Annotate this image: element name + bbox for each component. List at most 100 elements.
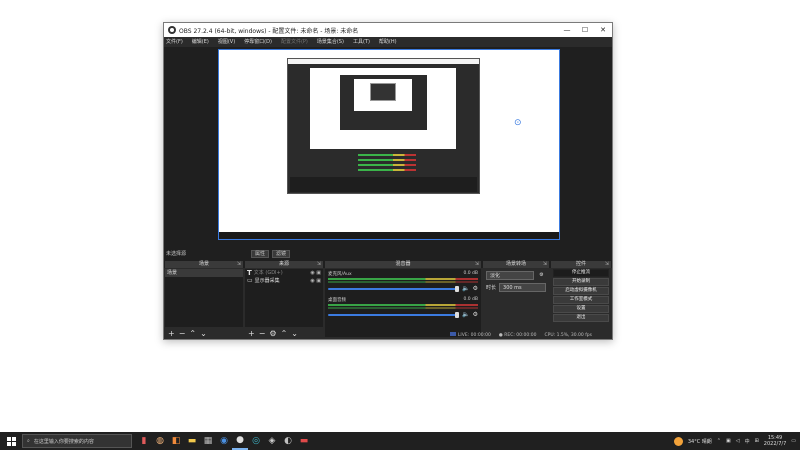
weather-text[interactable]: 34°C 晴朗: [688, 438, 712, 445]
windows-taskbar: ⌕ 在这里输入你要搜索的内容 ▮ ◍ ◧ ▬ ▦ ◉ ● ◎ ◈ ◐ ▬ 34°…: [0, 432, 800, 450]
maximize-button[interactable]: ☐: [576, 23, 594, 37]
live-time: LIVE: 00:00:00: [457, 333, 491, 338]
tray-chevron-icon[interactable]: ⌃: [717, 438, 721, 444]
menu-edit[interactable]: 编辑(E): [192, 38, 209, 45]
status-bar: LIVE: 00:00:00 ● REC: 00:00:00 CPU: 1.5%…: [164, 331, 612, 339]
visibility-icon[interactable]: ◉ ▣: [310, 270, 321, 276]
dock-pin-icon[interactable]: ⇲: [317, 261, 321, 268]
system-tray: 34°C 晴朗 ⌃ ▣ ◁ 中 ⊞ 15:49 2022/7/7 ▭: [673, 435, 800, 447]
app-icon-6[interactable]: ◉: [216, 432, 232, 450]
duration-input[interactable]: 300 ms: [499, 283, 546, 292]
start-virtual-camera-button[interactable]: 启动虚拟摄像机: [553, 287, 609, 295]
obs-taskbar-icon[interactable]: ●: [232, 432, 248, 450]
obs-window: OBS 27.2.4 (64-bit, windows) - 配置文件: 未命名…: [163, 22, 613, 340]
app-icon-3[interactable]: ◧: [168, 432, 184, 450]
volume-slider[interactable]: [328, 311, 460, 318]
ime-indicator[interactable]: 中: [745, 438, 750, 445]
speaker-icon[interactable]: 🔈: [462, 285, 469, 292]
app-icon-5[interactable]: ▦: [200, 432, 216, 450]
taskbar-search[interactable]: ⌕ 在这里输入你要搜索的内容: [22, 434, 132, 448]
app-icon-9[interactable]: ◈: [264, 432, 280, 450]
record-dot-icon: ●: [498, 332, 503, 338]
close-button[interactable]: ✕: [594, 23, 612, 37]
dock-pin-icon[interactable]: ⇲: [237, 261, 241, 268]
menu-docks[interactable]: 停靠窗口(D): [244, 38, 272, 45]
transition-select[interactable]: 淡化: [486, 271, 534, 280]
notification-icon[interactable]: ▭: [791, 438, 796, 444]
visibility-icon[interactable]: ◉ ▣: [310, 278, 321, 284]
menu-profile: 配置文件(P): [280, 39, 308, 45]
network-icon[interactable]: ▣: [726, 438, 731, 444]
app-icon-11[interactable]: ▬: [296, 432, 312, 450]
cursor-icon: ⊙: [514, 118, 522, 128]
weather-sun-icon[interactable]: [673, 436, 683, 446]
gear-icon[interactable]: ⚙: [473, 311, 478, 318]
gear-icon[interactable]: ⚙: [537, 271, 546, 280]
scenes-title: 场景: [198, 261, 209, 267]
title-bar: OBS 27.2.4 (64-bit, windows) - 配置文件: 未命名…: [164, 23, 612, 37]
monitor-icon: ▭: [247, 277, 253, 284]
mixer-channel-desktop: 桌面音频 0.0 dB 🔈 ⚙: [328, 297, 478, 318]
no-source-label: 未选择源: [166, 251, 187, 257]
start-button[interactable]: [0, 432, 22, 450]
menu-bar: 文件(F) 编辑(E) 视图(V) 停靠窗口(D) 配置文件(P) 场景集合(S…: [164, 37, 612, 46]
volume-slider[interactable]: [328, 285, 460, 292]
exit-button[interactable]: 退出: [553, 314, 609, 322]
search-placeholder: 在这里输入你要搜索的内容: [33, 438, 94, 445]
controls-title: 控件: [575, 261, 586, 267]
dock-pin-icon[interactable]: ⇲: [543, 261, 547, 268]
volume-icon[interactable]: ◁: [736, 438, 740, 444]
steam-icon[interactable]: ◐: [280, 432, 296, 450]
docks: 场景 ⇲ 场景 + − ⌃ ⌄ 来源 ⇲ T 文本 (GDI+) ◉ ▣ ▭ 显示器采集 ◉…: [164, 261, 612, 339]
source-item[interactable]: ▭ 显示器采集 ◉ ▣: [245, 277, 323, 285]
properties-button[interactable]: 属性: [251, 250, 270, 258]
preview-area: ⊙: [164, 47, 612, 268]
duration-label: 时长: [486, 285, 497, 291]
transitions-title: 场景转场: [505, 261, 526, 267]
speaker-icon[interactable]: 🔈: [462, 311, 469, 318]
menu-help[interactable]: 帮助(H): [379, 38, 397, 45]
source-item[interactable]: T 文本 (GDI+) ◉ ▣: [245, 269, 323, 277]
dock-pin-icon[interactable]: ⇲: [605, 261, 609, 268]
menu-scene-collection[interactable]: 场景集合(S): [317, 38, 344, 45]
app-icon-2[interactable]: ◍: [152, 432, 168, 450]
stop-streaming-button[interactable]: 停止推流: [553, 269, 609, 277]
rec-time: REC: 00:00:00: [504, 332, 537, 338]
sources-dock: 来源 ⇲ T 文本 (GDI+) ◉ ▣ ▭ 显示器采集 ◉ ▣ + − ⚙ ⌃ ⌄: [245, 261, 323, 339]
filters-button[interactable]: 滤镜: [272, 250, 291, 258]
mixer-dock: 混音器 ⇲ 麦克风/Aux 0.0 dB 🔈 ⚙ 桌面音频 0.0 dB 🔈 ⚙: [325, 261, 481, 339]
app-icon-1[interactable]: ▮: [136, 432, 152, 450]
sources-title: 来源: [278, 261, 289, 267]
scenes-dock: 场景 ⇲ 场景 + − ⌃ ⌄: [165, 261, 243, 339]
gear-icon[interactable]: ⚙: [473, 285, 478, 292]
settings-button[interactable]: 设置: [553, 305, 609, 313]
cpu-status: CPU: 1.5%, 30.00 fps: [544, 332, 593, 338]
clock[interactable]: 15:49 2022/7/7: [764, 435, 786, 447]
menu-file[interactable]: 文件(F): [166, 38, 183, 45]
scene-item[interactable]: 场景: [165, 269, 243, 277]
preview-canvas[interactable]: ⊙: [218, 49, 560, 240]
desktop: OBS 27.2.4 (64-bit, windows) - 配置文件: 未命名…: [0, 0, 800, 432]
menu-view[interactable]: 视图(V): [218, 38, 235, 45]
studio-mode-button[interactable]: 工作室模式: [553, 296, 609, 304]
dock-pin-icon[interactable]: ⇲: [475, 261, 479, 268]
folder-icon[interactable]: ▬: [184, 432, 200, 450]
transitions-dock: 场景转场 ⇲ 淡化 ⚙ 时长 300 ms: [483, 261, 549, 339]
window-title: OBS 27.2.4 (64-bit, windows) - 配置文件: 未命名…: [179, 27, 359, 35]
search-icon: ⌕: [27, 438, 30, 444]
text-icon: T: [247, 269, 252, 277]
controls-dock: 控件 ⇲ 停止推流 开始录制 启动虚拟摄像机 工作室模式 设置 退出: [551, 261, 611, 339]
app-icon-8[interactable]: ◎: [248, 432, 264, 450]
captured-taskbar: [219, 232, 559, 239]
windows-logo-icon: [6, 436, 16, 446]
input-mode-icon[interactable]: ⊞: [755, 438, 759, 444]
minimize-button[interactable]: —: [558, 23, 576, 37]
obs-logo-icon: [168, 26, 176, 34]
menu-tools[interactable]: 工具(T): [353, 38, 370, 45]
mixer-title: 混音器: [395, 261, 411, 267]
start-recording-button[interactable]: 开始录制: [553, 278, 609, 286]
nested-preview: [287, 58, 480, 194]
mixer-channel-mic: 麦克风/Aux 0.0 dB 🔈 ⚙: [328, 271, 478, 292]
clock-date: 2022/7/7: [763, 441, 787, 447]
live-indicator-icon: [450, 332, 457, 336]
